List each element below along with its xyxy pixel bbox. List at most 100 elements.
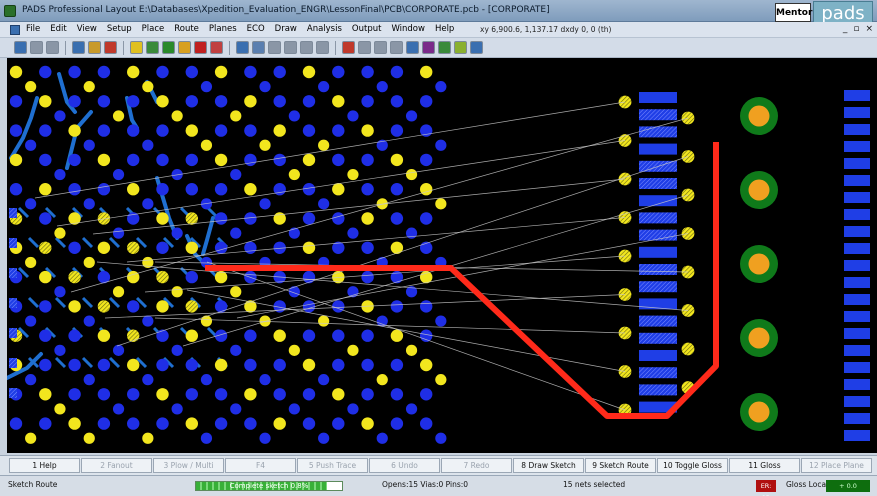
via xyxy=(156,65,169,79)
stretch-icon[interactable] xyxy=(300,41,313,54)
via xyxy=(214,183,228,196)
gloss-badge: + 0.0 xyxy=(826,480,870,492)
diamond-icon[interactable] xyxy=(162,41,175,54)
menu-analysis[interactable]: Analysis xyxy=(307,24,342,34)
via xyxy=(127,241,140,254)
via xyxy=(142,315,154,327)
brush-icon[interactable] xyxy=(342,41,355,54)
place-icon[interactable] xyxy=(88,41,101,54)
smd-pad xyxy=(639,178,677,189)
via xyxy=(127,417,140,430)
via xyxy=(347,227,359,239)
layers-icon[interactable] xyxy=(406,41,419,54)
via xyxy=(185,241,198,254)
gloss-icon[interactable] xyxy=(146,41,159,54)
dropdown-icon[interactable] xyxy=(358,41,371,54)
fkey-4[interactable]: F4 xyxy=(225,458,296,473)
close-icon[interactable]: × xyxy=(865,24,873,34)
via xyxy=(112,344,125,356)
menu-window[interactable]: Window xyxy=(391,24,425,34)
via xyxy=(112,168,125,181)
pcb-board[interactable] xyxy=(7,58,877,453)
via xyxy=(68,241,81,254)
edge-smd-pad xyxy=(844,141,870,152)
delete-icon[interactable] xyxy=(316,41,329,54)
menu-edit[interactable]: Edit xyxy=(50,24,66,34)
fkey-6[interactable]: 6 Undo xyxy=(369,458,440,473)
via xyxy=(302,300,316,313)
via xyxy=(200,432,213,444)
document-icon[interactable] xyxy=(10,25,20,35)
via xyxy=(259,198,271,210)
fkey-12[interactable]: 12 Place Plane xyxy=(801,458,872,473)
via xyxy=(347,110,359,122)
cross-icon[interactable] xyxy=(194,41,207,54)
fkey-1[interactable]: 1 Help xyxy=(9,458,80,473)
fkey-10[interactable]: 10 Toggle Gloss xyxy=(657,458,728,473)
fkey-7[interactable]: 7 Redo xyxy=(441,458,512,473)
via xyxy=(376,81,388,93)
fkey-5[interactable]: 5 Push Trace xyxy=(297,458,368,473)
via xyxy=(200,81,213,93)
menu-help[interactable]: Help xyxy=(435,24,454,34)
move-icon[interactable] xyxy=(252,41,265,54)
via xyxy=(302,212,316,225)
report-icon[interactable] xyxy=(454,41,467,54)
menu-output[interactable]: Output xyxy=(352,24,382,34)
fkey-9[interactable]: 9 Sketch Route xyxy=(585,458,656,473)
filter-icon[interactable] xyxy=(374,41,387,54)
route-icon[interactable] xyxy=(104,41,117,54)
menu-planes[interactable]: Planes xyxy=(209,24,237,34)
fkey-8[interactable]: 8 Draw Sketch xyxy=(513,458,584,473)
heart-icon[interactable] xyxy=(210,41,223,54)
via xyxy=(112,227,125,239)
sketch-progress-bar: Complete sketch 0.8% xyxy=(195,481,343,491)
via xyxy=(332,65,345,79)
via xyxy=(68,65,81,79)
via xyxy=(156,212,169,225)
menu-setup[interactable]: Setup xyxy=(107,24,132,34)
pcb-canvas[interactable] xyxy=(7,58,877,453)
menu-eco[interactable]: ECO xyxy=(247,24,265,34)
edge-smd-pad xyxy=(844,294,870,305)
edge-smd-pad xyxy=(844,226,870,237)
grid-icon[interactable] xyxy=(390,41,403,54)
pointer-icon[interactable] xyxy=(236,41,249,54)
via xyxy=(230,110,242,122)
via xyxy=(361,241,374,254)
target-icon[interactable] xyxy=(178,41,191,54)
via xyxy=(25,81,37,93)
via xyxy=(288,344,300,356)
error-badge: ER: 0R xyxy=(756,480,776,496)
undo-icon[interactable] xyxy=(30,41,43,54)
menu-view[interactable]: View xyxy=(77,24,97,34)
via xyxy=(97,153,111,167)
fkey-11[interactable]: 11 Gloss xyxy=(729,458,800,473)
maximize-icon[interactable]: ▫ xyxy=(853,24,859,34)
edge-smd-pad xyxy=(844,311,870,322)
save-icon[interactable] xyxy=(14,41,27,54)
netlist-icon[interactable] xyxy=(72,41,85,54)
via xyxy=(54,286,66,298)
menu-file[interactable]: File xyxy=(26,24,40,34)
menu-route[interactable]: Route xyxy=(174,24,199,34)
via xyxy=(156,329,169,342)
via xyxy=(156,388,169,401)
drc-icon[interactable] xyxy=(438,41,451,54)
cut-icon[interactable] xyxy=(284,41,297,54)
display-icon[interactable] xyxy=(422,41,435,54)
via xyxy=(361,124,374,137)
minimize-icon[interactable]: _ xyxy=(843,24,848,34)
menu-draw[interactable]: Draw xyxy=(275,24,297,34)
fkey-3[interactable]: 3 Plow / Multi xyxy=(153,458,224,473)
copy-icon[interactable] xyxy=(268,41,281,54)
redo-icon[interactable] xyxy=(46,41,59,54)
fkey-2[interactable]: 2 Fanout xyxy=(81,458,152,473)
menu-place[interactable]: Place xyxy=(142,24,165,34)
check-icon[interactable] xyxy=(470,41,483,54)
via xyxy=(390,153,404,167)
via xyxy=(142,432,154,444)
via xyxy=(302,329,316,342)
via xyxy=(332,95,345,108)
sketch-icon[interactable] xyxy=(130,41,143,54)
